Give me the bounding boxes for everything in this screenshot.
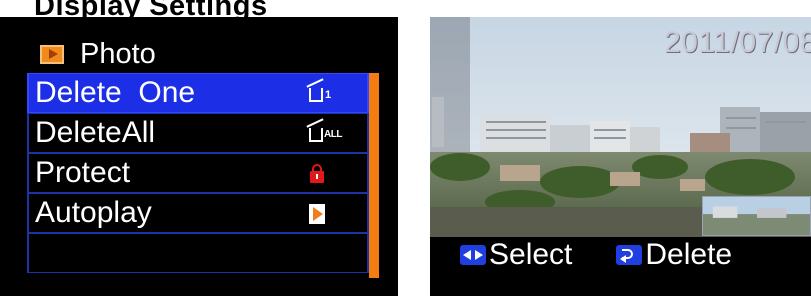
menu-item-label: Protect [35, 156, 131, 189]
playback-screen: 2011/07/08 Select Delete [430, 17, 811, 296]
menu-item-autoplay[interactable]: Autoplay [27, 193, 369, 233]
menu-title: Photo [80, 38, 156, 70]
play-icon [309, 204, 325, 224]
menu-item-protect[interactable]: Protect [27, 153, 369, 193]
softkey-bar: Select Delete [460, 235, 732, 275]
menu-list: Delete One 1 DeleteAll ALL Protect Autop… [27, 73, 369, 273]
menu-item-empty [27, 233, 369, 273]
trash-one-icon: 1 [309, 88, 331, 102]
menu-header: Photo [40, 39, 156, 69]
thumbnail-preview [702, 196, 811, 236]
photo-mode-icon [40, 44, 64, 64]
delete-label: Delete [645, 238, 733, 271]
menu-item-delete-one[interactable]: Delete One 1 [27, 73, 369, 113]
enter-return-icon[interactable] [616, 245, 643, 265]
left-right-arrows-icon[interactable] [460, 245, 486, 265]
page-heading: Display Settings [34, 0, 268, 17]
select-label: Select [489, 238, 573, 271]
menu-item-label: DeleteAll [35, 116, 156, 149]
date-stamp: 2011/07/08 [664, 26, 811, 59]
menu-item-label: Autoplay [35, 196, 152, 229]
menu-item-delete-all[interactable]: DeleteAll ALL [27, 113, 369, 153]
delete-menu-screen: Photo Delete One 1 DeleteAll ALL Protect… [0, 17, 398, 296]
menu-item-label: Delete One [35, 76, 196, 109]
trash-all-icon: ALL [309, 128, 342, 142]
lock-icon [310, 164, 324, 183]
menu-scrollbar[interactable] [369, 73, 379, 278]
